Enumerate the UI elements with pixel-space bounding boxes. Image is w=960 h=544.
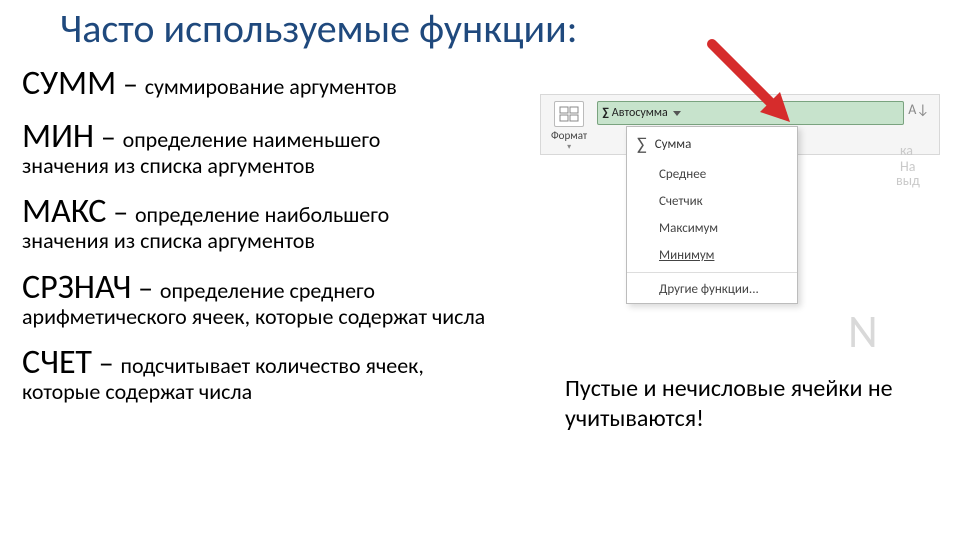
menu-item-more[interactable]: Другие функции... bbox=[627, 276, 797, 303]
func-max: МАКС – определение наибольшего значения … bbox=[22, 192, 522, 253]
sigma-icon: ∑ bbox=[637, 133, 647, 155]
func-name-max: МАКС bbox=[22, 191, 106, 232]
autosum-label: Автосумма bbox=[612, 106, 668, 120]
func-cont: значения из списка аргументов bbox=[22, 154, 522, 178]
sort-hint: А↓ bbox=[908, 101, 929, 118]
func-desc: определение наименьшего bbox=[123, 126, 381, 153]
menu-item-average[interactable]: Среднее bbox=[627, 161, 797, 188]
func-count: СЧЕТ – подсчитывает количество ячеек, ко… bbox=[22, 343, 522, 404]
dash: – bbox=[116, 66, 145, 103]
func-avg: СРЗНАЧ – определение среднего арифметиче… bbox=[22, 268, 522, 329]
func-cont: которые содержат числа bbox=[22, 380, 522, 404]
menu-separator bbox=[627, 272, 797, 273]
func-cont: значения из списка аргументов bbox=[22, 229, 522, 253]
func-name-count: СЧЕТ bbox=[22, 342, 92, 383]
column-letter: N bbox=[848, 304, 878, 360]
sort-icon: А↓ bbox=[908, 101, 929, 118]
cropped-text: ка bbox=[900, 142, 913, 159]
menu-item-max[interactable]: Максимум bbox=[627, 215, 797, 242]
func-desc: подсчитывает количество ячеек, bbox=[121, 352, 424, 379]
cropped-text: выд bbox=[896, 172, 920, 189]
format-label: Формат bbox=[551, 129, 587, 142]
excel-screenshot: Формат ▾ ∑ Автосумма А↓ ∑ Сумма Среднее … bbox=[540, 94, 940, 155]
func-min: МИН – определение наименьшего значения и… bbox=[22, 117, 522, 178]
format-icon bbox=[554, 101, 584, 127]
menu-item-count[interactable]: Счетчик bbox=[627, 188, 797, 215]
func-name-min: МИН bbox=[22, 116, 94, 157]
menu-head[interactable]: ∑ Сумма bbox=[627, 127, 797, 161]
dash: – bbox=[131, 270, 160, 307]
dash: – bbox=[94, 119, 123, 156]
func-desc: суммирование аргументов bbox=[145, 73, 397, 100]
func-name-sum: СУММ bbox=[22, 63, 116, 104]
function-list: СУММ – суммирование аргументов МИН – опр… bbox=[22, 60, 522, 418]
func-desc: определение среднего bbox=[160, 277, 375, 304]
caret-icon bbox=[673, 111, 681, 116]
dash: – bbox=[106, 194, 135, 231]
func-sum: СУММ – суммирование аргументов bbox=[22, 64, 522, 103]
sigma-icon: ∑ bbox=[602, 106, 609, 120]
menu-head-label: Сумма bbox=[655, 137, 692, 152]
format-button[interactable]: Формат ▾ bbox=[551, 101, 587, 152]
func-desc: определение наибольшего bbox=[135, 201, 389, 228]
dash: – bbox=[92, 345, 121, 382]
menu-item-min[interactable]: Минимум bbox=[627, 242, 797, 269]
note-text: Пустые и нечисловые ячейки не учитываютс… bbox=[565, 374, 915, 434]
autosum-menu: ∑ Сумма Среднее Счетчик Максимум Минимум… bbox=[626, 126, 798, 304]
func-cont: арифметического ячеек, которые содержат … bbox=[22, 305, 522, 329]
slide-title: Часто используемые функции: bbox=[60, 4, 960, 53]
func-name-avg: СРЗНАЧ bbox=[22, 267, 131, 308]
